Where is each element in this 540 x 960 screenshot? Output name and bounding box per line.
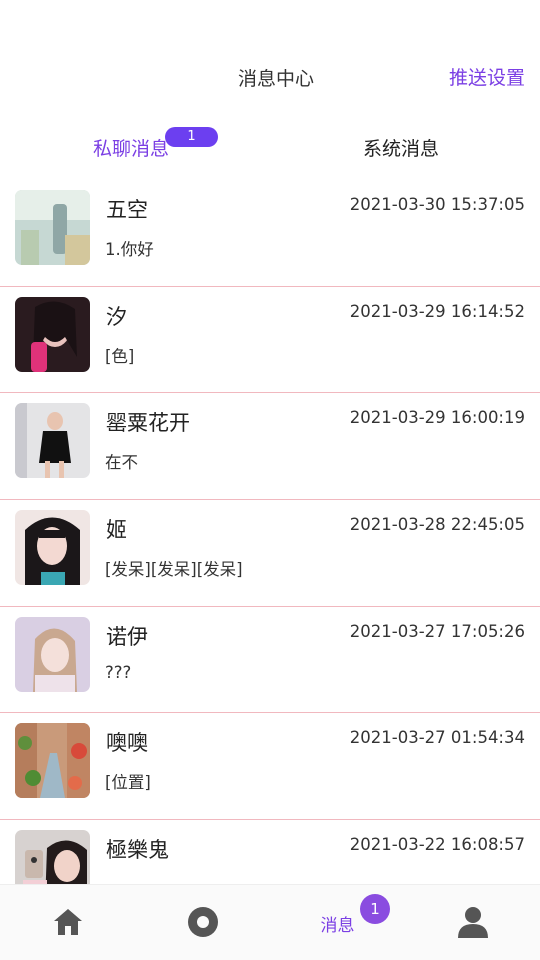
message-time: 2021-03-22 16:08:57 <box>349 835 525 855</box>
tabbar-profile[interactable] <box>405 885 540 960</box>
contact-name: 噢噢 <box>106 731 148 756</box>
message-preview: ??? <box>105 662 132 682</box>
message-item[interactable]: 五空 2021-03-30 15:37:05 1.你好 <box>0 180 540 287</box>
message-item[interactable]: 極樂鬼 2021-03-22 16:08:57 <box>0 820 540 884</box>
message-item[interactable]: 罂粟花开 2021-03-29 16:00:19 在不 <box>0 393 540 501</box>
contact-name: 姬 <box>106 518 127 543</box>
avatar <box>15 723 90 799</box>
message-list: 五空 2021-03-30 15:37:05 1.你好 汐 2021-03-29… <box>0 180 540 884</box>
message-preview: [色] <box>105 346 135 366</box>
avatar <box>15 830 90 884</box>
avatar <box>15 296 90 372</box>
contact-name: 極樂鬼 <box>106 838 169 863</box>
message-time: 2021-03-30 15:37:05 <box>349 195 525 214</box>
messages-unread-badge: 1 <box>360 894 390 924</box>
message-preview: 在不 <box>105 453 138 473</box>
message-preview: 1.你好 <box>105 240 154 259</box>
message-tabs: 私聊消息 1 系统消息 <box>0 118 540 180</box>
message-time: 2021-03-29 16:00:19 <box>349 408 525 428</box>
header: 消息中心 推送设置 <box>0 0 540 118</box>
message-item[interactable]: 噢噢 2021-03-27 01:54:34 [位置] <box>0 713 540 821</box>
message-time: 2021-03-27 17:05:26 <box>349 621 525 641</box>
tab-private-messages[interactable]: 私聊消息 <box>93 134 169 161</box>
avatar <box>15 616 90 692</box>
avatar <box>15 403 90 479</box>
tabbar-home[interactable] <box>0 885 135 960</box>
avatar <box>15 510 90 586</box>
contact-name: 汐 <box>106 304 127 329</box>
message-time: 2021-03-28 22:45:05 <box>349 515 525 535</box>
tabbar-messages[interactable]: 消息 1 <box>270 885 405 960</box>
message-time: 2021-03-29 16:14:52 <box>349 301 525 321</box>
avatar <box>15 190 90 265</box>
private-messages-badge: 1 <box>165 127 218 147</box>
message-item[interactable]: 诺伊 2021-03-27 17:05:26 ??? <box>0 607 540 714</box>
person-icon <box>457 907 488 938</box>
bottom-tab-bar: 消息 1 <box>0 884 540 960</box>
message-time: 2021-03-27 01:54:34 <box>349 728 525 748</box>
message-preview: [位置] <box>105 773 151 793</box>
contact-name: 罂粟花开 <box>106 411 190 436</box>
record-icon <box>187 907 218 937</box>
push-settings-button[interactable]: 推送设置 <box>449 63 525 90</box>
tabbar-discover[interactable] <box>135 885 270 960</box>
message-item[interactable]: 汐 2021-03-29 16:14:52 [色] <box>0 287 540 394</box>
message-preview: [发呆][发呆][发呆] <box>105 560 243 580</box>
tab-system-messages[interactable]: 系统消息 <box>363 134 439 161</box>
home-icon <box>53 909 82 935</box>
contact-name: 诺伊 <box>106 624 148 649</box>
contact-name: 五空 <box>106 198 148 222</box>
message-item[interactable]: 姬 2021-03-28 22:45:05 [发呆][发呆][发呆] <box>0 500 540 607</box>
